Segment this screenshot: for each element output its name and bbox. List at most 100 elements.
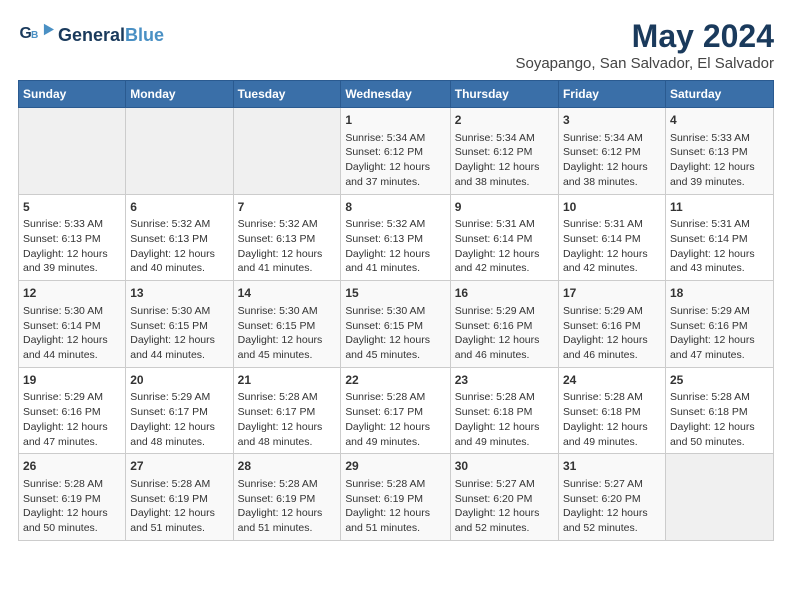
day-info-line: Sunset: 6:14 PM <box>455 232 554 247</box>
day-info-line: Sunset: 6:19 PM <box>130 492 228 507</box>
day-info-line: and 39 minutes. <box>23 261 121 276</box>
day-info-line: Daylight: 12 hours <box>670 247 769 262</box>
table-cell: 3 Sunrise: 5:34 AMSunset: 6:12 PMDaylight… <box>558 108 665 195</box>
table-cell: 5Sunrise: 5:33 AMSunset: 6:13 PMDaylight… <box>19 194 126 281</box>
day-info-line: and 47 minutes. <box>23 435 121 450</box>
day-info-line: Daylight: 12 hours <box>23 247 121 262</box>
day-info-line: Sunset: 6:13 PM <box>130 232 228 247</box>
table-cell <box>233 108 341 195</box>
day-info-line: and 48 minutes. <box>238 435 337 450</box>
day-info-line: and 52 minutes. <box>563 521 661 536</box>
day-info-line: and 37 minutes. <box>345 175 445 190</box>
day-info-line: Daylight: 12 hours <box>670 420 769 435</box>
day-info-line: and 40 minutes. <box>130 261 228 276</box>
day-info-line: Sunrise: 5:28 AM <box>345 390 445 405</box>
day-info-line: and 45 minutes. <box>238 348 337 363</box>
main-title: May 2024 <box>515 18 774 55</box>
logo: G B GeneralBlue <box>18 18 164 54</box>
table-cell: 26 Sunrise: 5:28 AMSunset: 6:19 PMDayligh… <box>19 454 126 541</box>
table-cell <box>126 108 233 195</box>
day-info-line: Sunrise: 5:31 AM <box>563 217 661 232</box>
day-info-line: Sunset: 6:17 PM <box>238 405 337 420</box>
day-number: 3 <box>563 112 661 129</box>
col-tuesday: Tuesday <box>233 81 341 108</box>
table-cell: 1Sunrise: 5:34 AMSunset: 6:12 PMDaylight… <box>341 108 450 195</box>
day-number: 15 <box>345 285 445 302</box>
table-cell: 7Sunrise: 5:32 AMSunset: 6:13 PMDaylight… <box>233 194 341 281</box>
header: G B GeneralBlue May 2024 Soyapango, San … <box>18 18 774 72</box>
day-info-line: Daylight: 12 hours <box>238 333 337 348</box>
table-cell: 20Sunrise: 5:29 AMSunset: 6:17 PMDayligh… <box>126 367 233 454</box>
day-number: 23 <box>455 372 554 389</box>
day-info-line: Sunset: 6:13 PM <box>23 232 121 247</box>
day-info-line: and 52 minutes. <box>455 521 554 536</box>
day-info-line: Sunrise: 5:32 AM <box>130 217 228 232</box>
svg-text:G: G <box>19 25 31 42</box>
day-info-line: Sunset: 6:20 PM <box>455 492 554 507</box>
day-info-line: Daylight: 12 hours <box>238 420 337 435</box>
day-number: 30 <box>455 458 554 475</box>
day-number: 2 <box>455 112 554 129</box>
table-cell: 24Sunrise: 5:28 AMSunset: 6:18 PMDayligh… <box>558 367 665 454</box>
svg-text:B: B <box>31 30 38 41</box>
day-info-line: Daylight: 12 hours <box>130 247 228 262</box>
day-info-line: Sunset: 6:13 PM <box>345 232 445 247</box>
table-cell: 29Sunrise: 5:28 AMSunset: 6:19 PMDayligh… <box>341 454 450 541</box>
day-info-line: Daylight: 12 hours <box>23 420 121 435</box>
day-info-line: Daylight: 12 hours <box>130 420 228 435</box>
day-info-line: Sunrise: 5:33 AM <box>670 131 769 146</box>
col-saturday: Saturday <box>665 81 773 108</box>
day-number: 1 <box>345 112 445 129</box>
day-info-line: Sunrise: 5:27 AM <box>563 477 661 492</box>
day-info-line: Sunrise: 5:28 AM <box>130 477 228 492</box>
day-info-line: Daylight: 12 hours <box>345 333 445 348</box>
table-cell: 19Sunrise: 5:29 AMSunset: 6:16 PMDayligh… <box>19 367 126 454</box>
day-info-line: and 45 minutes. <box>345 348 445 363</box>
table-cell: 9Sunrise: 5:31 AMSunset: 6:14 PMDaylight… <box>450 194 558 281</box>
day-info-line: and 43 minutes. <box>670 261 769 276</box>
day-info-line: and 50 minutes. <box>23 521 121 536</box>
day-info-line: Sunrise: 5:28 AM <box>238 477 337 492</box>
day-info-line: Sunset: 6:14 PM <box>563 232 661 247</box>
day-info-line: Sunset: 6:19 PM <box>345 492 445 507</box>
table-cell: 8Sunrise: 5:32 AMSunset: 6:13 PMDaylight… <box>341 194 450 281</box>
table-cell <box>665 454 773 541</box>
day-info-line: Daylight: 12 hours <box>23 506 121 521</box>
day-info-line: Sunset: 6:15 PM <box>238 319 337 334</box>
day-info-line: Sunrise: 5:34 AM <box>563 131 661 146</box>
table-cell: 2Sunrise: 5:34 AMSunset: 6:12 PMDaylight… <box>450 108 558 195</box>
day-info-line: Sunset: 6:15 PM <box>130 319 228 334</box>
table-cell: 6Sunrise: 5:32 AMSunset: 6:13 PMDaylight… <box>126 194 233 281</box>
table-cell: 11Sunrise: 5:31 AMSunset: 6:14 PMDayligh… <box>665 194 773 281</box>
table-cell: 21Sunrise: 5:28 AMSunset: 6:17 PMDayligh… <box>233 367 341 454</box>
day-info-line: Sunset: 6:19 PM <box>23 492 121 507</box>
table-cell: 17Sunrise: 5:29 AMSunset: 6:16 PMDayligh… <box>558 281 665 368</box>
day-info-line: Daylight: 12 hours <box>130 506 228 521</box>
day-number: 31 <box>563 458 661 475</box>
day-info-line: Sunrise: 5:29 AM <box>563 304 661 319</box>
day-info-line: and 42 minutes. <box>455 261 554 276</box>
day-info-line: Sunrise: 5:34 AM <box>455 131 554 146</box>
day-info-line: and 46 minutes. <box>563 348 661 363</box>
day-info-line: Sunrise: 5:28 AM <box>23 477 121 492</box>
table-cell: 12Sunrise: 5:30 AMSunset: 6:14 PMDayligh… <box>19 281 126 368</box>
day-info-line: Sunrise: 5:28 AM <box>670 390 769 405</box>
day-info-line: Sunset: 6:18 PM <box>455 405 554 420</box>
day-info-line: and 51 minutes. <box>345 521 445 536</box>
table-cell: 15Sunrise: 5:30 AMSunset: 6:15 PMDayligh… <box>341 281 450 368</box>
day-info-line: Daylight: 12 hours <box>345 506 445 521</box>
table-cell: 16Sunrise: 5:29 AMSunset: 6:16 PMDayligh… <box>450 281 558 368</box>
day-info-line: and 48 minutes. <box>130 435 228 450</box>
day-number: 14 <box>238 285 337 302</box>
day-info-line: Daylight: 12 hours <box>455 247 554 262</box>
day-info-line: and 38 minutes. <box>563 175 661 190</box>
day-number: 26 <box>23 458 121 475</box>
day-info-line: Sunrise: 5:28 AM <box>345 477 445 492</box>
day-info-line: Daylight: 12 hours <box>563 160 661 175</box>
day-info-line: and 41 minutes. <box>238 261 337 276</box>
day-info-line: Sunset: 6:16 PM <box>455 319 554 334</box>
day-info-line: Sunset: 6:19 PM <box>238 492 337 507</box>
day-info-line: Sunset: 6:12 PM <box>563 145 661 160</box>
day-info-line: Daylight: 12 hours <box>563 506 661 521</box>
day-info-line: Sunrise: 5:29 AM <box>130 390 228 405</box>
